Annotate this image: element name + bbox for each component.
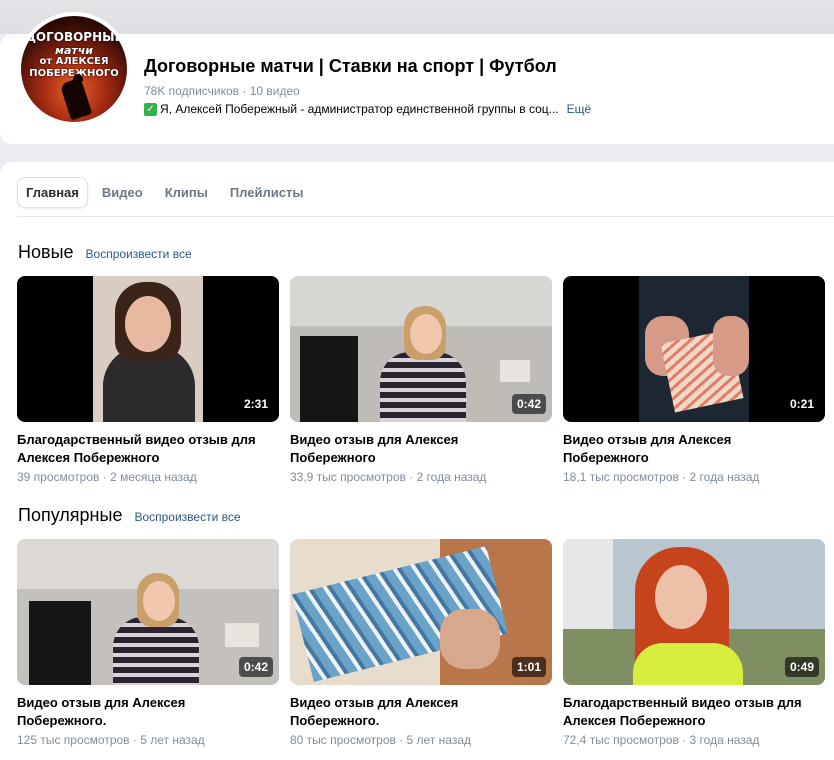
video-meta: 125 тыс просмотров · 5 лет назад [17, 733, 205, 747]
video-views: 80 тыс просмотров [290, 733, 396, 747]
video-duration: 2:31 [238, 394, 273, 414]
video-card[interactable]: 1:01 Видео отзыв для Алексея Побережного… [290, 539, 552, 747]
thumbnail-face [655, 565, 707, 629]
video-title[interactable]: Видео отзыв для Алексея Побережного [290, 431, 530, 467]
video-views: 72,4 тыс просмотров [563, 733, 679, 747]
channel-content: Главная Видео Клипы Плейлисты Новые Восп… [0, 162, 834, 760]
video-thumbnail[interactable]: 0:49 [563, 539, 825, 685]
channel-avatar[interactable]: ДОГОВОРНЫЕ матчи от АЛЕКСЕЯ ПОБЕРЕЖНОГО [17, 12, 131, 126]
tabs-divider [17, 216, 834, 217]
play-all-link[interactable]: Воспроизвести все [134, 510, 240, 524]
video-meta: 18,1 тыс просмотров · 2 года назад [563, 470, 760, 484]
video-thumbnail[interactable]: 0:42 [17, 539, 279, 685]
video-age: 2 года назад [416, 470, 487, 484]
video-card[interactable]: 0:49 Благодарственный видео отзыв для Ал… [563, 539, 825, 747]
thumbnail-box [29, 601, 91, 685]
video-views: 18,1 тыс просмотров [563, 470, 679, 484]
video-duration: 0:42 [238, 657, 273, 677]
avatar-logo-line-1: ДОГОВОРНЫЕ [25, 30, 123, 44]
video-card[interactable]: 0:42 Видео отзыв для Алексея Побережного… [17, 539, 279, 747]
thumbnail-face [125, 296, 171, 352]
section-new-header: Новые Воспроизвести все [18, 242, 192, 263]
section-title: Популярные [18, 505, 123, 525]
video-age: 5 лет назад [140, 733, 205, 747]
channel-tabs: Главная Видео Клипы Плейлисты [17, 177, 317, 208]
video-title[interactable]: Видео отзыв для Алексея Побережного [563, 431, 803, 467]
video-meta: 80 тыс просмотров · 5 лет назад [290, 733, 472, 747]
video-title[interactable]: Благодарственный видео отзыв для Алексея… [17, 431, 257, 467]
check-mark-icon: ✓ [144, 102, 157, 116]
description-text: Я, Алексей Побережный - администратор ед… [160, 102, 559, 116]
tab-videos[interactable]: Видео [94, 178, 151, 207]
video-age: 5 лет назад [406, 733, 472, 747]
thumbnail-game-box [500, 360, 530, 382]
thumbnail-body [113, 617, 199, 685]
video-meta: 72,4 тыс просмотров · 3 года назад [563, 733, 760, 747]
video-views: 125 тыс просмотров [17, 733, 130, 747]
thumbnail-body [380, 352, 466, 422]
avatar-player-silhouette [59, 77, 93, 121]
section-title: Новые [18, 242, 74, 262]
subscriber-count: 78K подписчиков [144, 84, 240, 98]
video-views: 39 просмотров [17, 470, 100, 484]
video-thumbnail[interactable]: 0:42 [290, 276, 552, 422]
channel-meta: 78K подписчиков · 10 видео [144, 84, 300, 98]
section-popular-header: Популярные Воспроизвести все [18, 505, 241, 526]
video-thumbnail[interactable]: 2:31 [17, 276, 279, 422]
video-title[interactable]: Видео отзыв для Алексея Побережного. [17, 694, 257, 730]
tab-playlists[interactable]: Плейлисты [222, 178, 312, 207]
video-age: 2 месяца назад [110, 470, 197, 484]
avatar-logo-line-3: от АЛЕКСЕЯ [39, 56, 109, 67]
video-meta: 39 просмотров · 2 месяца назад [17, 470, 197, 484]
channel-title: Договорные матчи | Ставки на спорт | Фут… [144, 56, 557, 76]
meta-separator: · [242, 84, 247, 98]
video-duration: 0:49 [784, 657, 819, 677]
tab-clips[interactable]: Клипы [157, 178, 216, 207]
video-age: 3 года назад [689, 733, 760, 747]
thumbnail-game-box [225, 623, 259, 647]
video-title[interactable]: Благодарственный видео отзыв для Алексея… [563, 694, 803, 730]
tab-main[interactable]: Главная [17, 177, 88, 208]
video-title[interactable]: Видео отзыв для Алексея Побережного. [290, 694, 530, 730]
video-duration: 1:01 [511, 657, 546, 677]
thumbnail-hand [713, 316, 749, 376]
channel-cover [0, 0, 834, 34]
video-thumbnail[interactable]: 1:01 [290, 539, 552, 685]
video-duration: 0:42 [511, 394, 546, 414]
video-card[interactable]: 0:21 Видео отзыв для Алексея Побережного… [563, 276, 825, 484]
video-count: 10 видео [249, 84, 300, 98]
thumbnail-box [300, 336, 358, 422]
channel-description: ✓ Я, Алексей Побережный - администратор … [144, 102, 591, 116]
video-card[interactable]: 0:42 Видео отзыв для Алексея Побережного… [290, 276, 552, 484]
video-views: 33,9 тыс просмотров [290, 470, 406, 484]
thumbnail-face [143, 581, 175, 621]
video-thumbnail[interactable]: 0:21 [563, 276, 825, 422]
video-duration: 0:21 [784, 394, 819, 414]
video-meta: 33,9 тыс просмотров · 2 года назад [290, 470, 487, 484]
video-age: 2 года назад [689, 470, 760, 484]
thumbnail-hand [440, 609, 500, 669]
thumbnail-face [410, 314, 442, 354]
play-all-link[interactable]: Воспроизвести все [86, 247, 192, 261]
thumbnail-body [633, 643, 743, 685]
more-link[interactable]: Ещё [567, 102, 592, 116]
video-card[interactable]: 2:31 Благодарственный видео отзыв для Ал… [17, 276, 279, 484]
